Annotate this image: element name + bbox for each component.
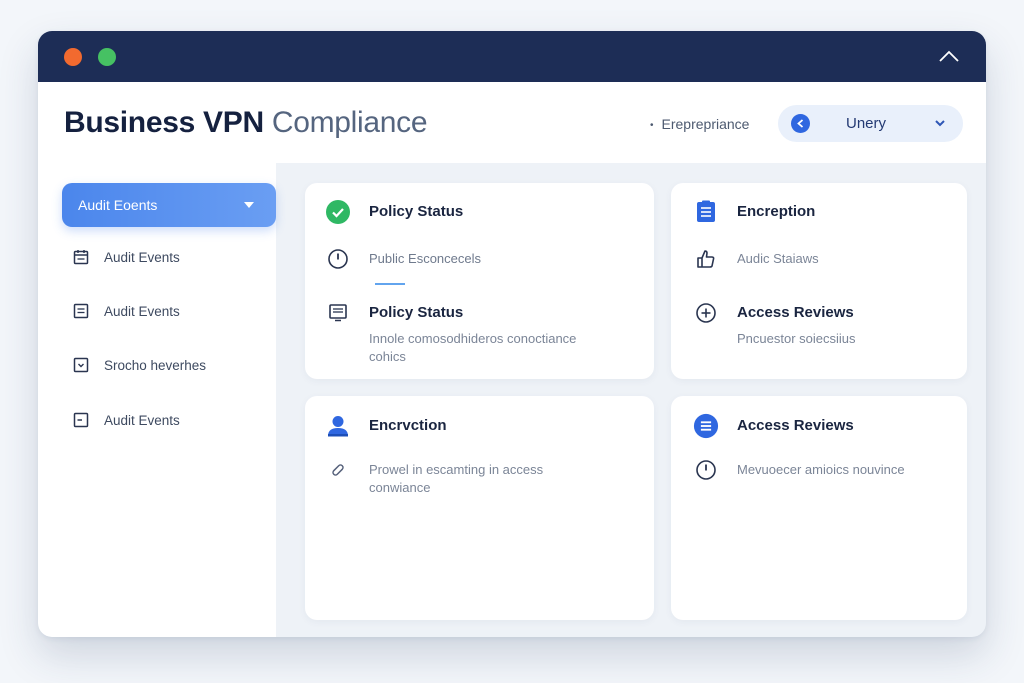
caret-down-icon — [244, 202, 254, 208]
sidebar-item-label: Audit Events — [104, 303, 180, 319]
sidebar-active-label: Audit Eoents — [78, 197, 158, 213]
environment-label: Ereprepriance — [650, 116, 750, 132]
sidebar-item-audit-events[interactable]: Audit Events — [72, 245, 180, 269]
page-title-main: Business VPN — [64, 106, 264, 139]
card-description: Mevuoecer amioics nouvince — [737, 462, 905, 477]
list-document-icon — [325, 300, 351, 326]
card-row: Policy Status Innole comosodhideros cono… — [325, 300, 645, 366]
card-description: Prowel in escamting in access conwiance — [369, 462, 544, 495]
card-title: Encreption — [737, 203, 816, 220]
page-header: Business VPN Compliance Ereprepriance Un… — [38, 82, 986, 163]
calendar-icon — [72, 248, 90, 266]
card-link-text: Public Esconcecels — [369, 251, 481, 266]
sidebar-item-label: Audit Events — [104, 412, 180, 428]
card-row[interactable]: Public Esconcecels — [325, 246, 481, 272]
card-title: Encrvction — [369, 417, 447, 434]
clock-icon — [325, 246, 351, 272]
timer-icon — [693, 457, 719, 483]
plus-circle-icon — [693, 300, 719, 326]
card-description: Innole comosodhideros conoctiance cohics — [369, 331, 577, 364]
card-row: Encreption — [693, 199, 815, 225]
sidebar-item-active[interactable]: Audit Eoents — [62, 183, 276, 227]
card-row[interactable]: Audic Staiaws — [693, 246, 819, 272]
card-row: Access Reviews Pncuestor soiecsiius — [693, 300, 856, 348]
sidebar-item-label: Srocho heverhes — [104, 357, 207, 373]
sidebar-item-audit-events-3[interactable]: Audit Events — [72, 408, 180, 432]
refresh-icon — [791, 114, 810, 133]
page-title: Business VPN Compliance — [64, 106, 428, 140]
card-title: Policy Status — [369, 304, 464, 321]
card-title: Access Reviews — [737, 304, 854, 321]
card-row: Prowel in escamting in access conwiance — [325, 457, 645, 497]
clipboard-icon — [693, 199, 719, 225]
sidebar-item-label: Audit Events — [104, 249, 180, 265]
active-underline — [375, 283, 405, 285]
link-icon — [325, 457, 351, 483]
card-title: Access Reviews — [737, 417, 854, 434]
sidebar: Audit Eoents Audit Events Audit Events S… — [38, 163, 276, 637]
download-box-icon — [72, 356, 90, 374]
card-description: Pncuestor soiecsiius — [737, 331, 856, 346]
scope-select-value: Unery — [846, 115, 887, 132]
access-reviews-card: Access Reviews Mevuoecer amioics nouvinc… — [671, 396, 967, 620]
collapse-chevron-icon[interactable] — [938, 45, 960, 67]
user-icon — [325, 413, 351, 439]
scope-select[interactable]: Unery — [778, 105, 963, 142]
title-bar — [38, 31, 986, 82]
card-row: Policy Status — [325, 199, 463, 225]
encryption-detail-card: Encrvction Prowel in escamting in access… — [305, 396, 654, 620]
maximize-dot[interactable] — [98, 48, 116, 66]
menu-circle-icon — [693, 413, 719, 439]
close-dot[interactable] — [64, 48, 82, 66]
minus-box-icon — [72, 411, 90, 429]
check-circle-icon — [325, 199, 351, 225]
sidebar-item-srocho[interactable]: Srocho heverhes — [72, 353, 206, 377]
page-title-light: Compliance — [271, 106, 428, 139]
sidebar-item-audit-events-2[interactable]: Audit Events — [72, 299, 180, 323]
policy-status-card: Policy Status Public Esconcecels Policy … — [305, 183, 654, 379]
encryption-card: Encreption Audic Staiaws Access Reviews … — [671, 183, 967, 379]
thumbs-up-icon — [693, 246, 719, 272]
card-title: Policy Status — [369, 203, 464, 220]
chevron-down-icon — [933, 116, 947, 135]
document-icon — [72, 302, 90, 320]
card-row: Access Reviews — [693, 413, 854, 439]
card-row: Encrvction — [325, 413, 447, 439]
card-link-text: Audic Staiaws — [737, 251, 819, 266]
card-row: Mevuoecer amioics nouvince — [693, 457, 917, 483]
app-window: Business VPN Compliance Ereprepriance Un… — [38, 31, 986, 637]
